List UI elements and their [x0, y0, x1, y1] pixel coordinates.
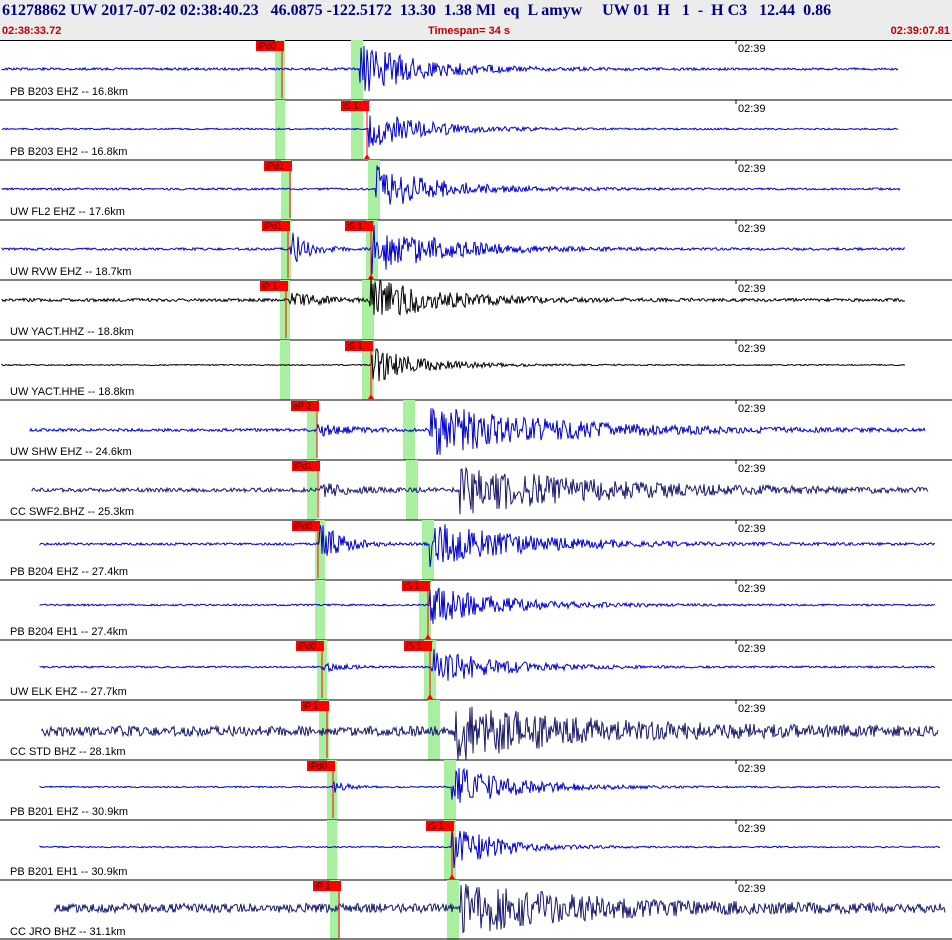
station-label: UW RVW EHZ -- 18.7km: [10, 266, 131, 278]
seismogram-panel[interactable]: 02:39 iPd0 PB B203 EHZ -- 16.8km 02:39 iS 1 P…: [0, 40, 952, 940]
s-window: [447, 880, 459, 940]
trace-row[interactable]: 02:39 iS 1 PB B203 EH2 -- 16.8km: [0, 99, 952, 160]
waveform: [1, 225, 905, 275]
trace-row[interactable]: 02:39 iPd1 iS 1 UW RVW EHZ -- 18.7km: [0, 219, 952, 280]
s-window: [362, 280, 374, 340]
trace-row[interactable]: 02:39 eP 2 UW SHW EHZ -- 24.6km: [0, 399, 952, 460]
trace-row[interactable]: 02:39 iPd0 PB B204 EHZ -- 27.4km: [0, 519, 952, 580]
pick-label: iS 1: [343, 101, 359, 111]
time-tick-label: 02:39: [738, 703, 766, 715]
pick-label: iPd1: [264, 221, 282, 231]
p-window: [280, 340, 290, 400]
pick-label: iPd1: [266, 161, 284, 171]
waveform: [29, 407, 926, 455]
trace-row[interactable]: 02:39 iP 1 CC STD BHZ -- 28.1km: [0, 699, 952, 760]
s-marker-bottom-icon: [364, 154, 370, 159]
time-tick-label: 02:39: [738, 823, 766, 835]
trace-row[interactable]: 02:39 iS 1 UW YACT.HHE -- 18.8km: [0, 339, 952, 400]
trace-row[interactable]: 02:39 iS 1 PB B201 EH1 -- 30.9km: [0, 819, 952, 880]
time-tick-label: 02:39: [738, 163, 766, 175]
p-window: [327, 820, 337, 880]
station-label: UW YACT.HHZ -- 18.8km: [10, 326, 134, 338]
station-label: PB B204 EHZ -- 27.4km: [10, 566, 128, 578]
waveform: [41, 706, 939, 760]
trace-row[interactable]: 02:39 iPd0 PB B203 EHZ -- 16.8km: [0, 40, 952, 100]
waveform: [39, 649, 936, 681]
waveform: [31, 466, 929, 515]
time-tick-label: 02:39: [738, 463, 766, 475]
time-tick-label: 02:39: [738, 583, 766, 595]
station-label: CC JRO BHZ -- 31.1km: [10, 926, 126, 938]
trace-row[interactable]: 02:39 iPd0 PB B201 EHZ -- 30.9km: [0, 759, 952, 820]
waveform: [54, 884, 946, 934]
pick-label: iS 1: [347, 341, 363, 351]
time-tick-label: 02:39: [738, 223, 766, 235]
pick-label: iPd0: [294, 521, 312, 531]
event-title: 61278862 UW 2017-07-02 02:38:40.23 46.08…: [2, 2, 832, 19]
pick-label: iS 1: [406, 641, 422, 651]
pick-label: iS 1: [347, 221, 363, 231]
time-tick-label: 02:39: [738, 403, 766, 415]
time-tick-label: 02:39: [738, 523, 766, 535]
time-tick-label: 02:39: [738, 643, 766, 655]
pick-label: iS 1: [404, 581, 420, 591]
pick-label: iPd0: [309, 761, 327, 771]
pick-label: iS 1: [428, 821, 444, 831]
pick-label: iP 1: [262, 281, 277, 291]
trace-row[interactable]: 02:39 iS 1 PB B204 EH1 -- 27.4km: [0, 579, 952, 640]
pick-label: iPd0: [298, 641, 316, 651]
waveform: [39, 524, 936, 568]
pick-label: eP 2: [293, 401, 311, 411]
time-tick-label: 02:39: [738, 343, 766, 355]
station-label: PB B203 EHZ -- 16.8km: [10, 86, 128, 98]
trace-row[interactable]: 02:39 iPd1 CC SWF2.BHZ -- 25.3km: [0, 459, 952, 520]
waveform: [1, 276, 906, 316]
pick-label: iPd1: [294, 461, 312, 471]
start-time: 02:38:33.72: [2, 25, 62, 37]
pick-label: iP 1: [303, 701, 318, 711]
trace-row[interactable]: 02:39 iP 1 UW YACT.HHZ -- 18.8km: [0, 276, 952, 340]
waveform: [39, 826, 941, 869]
s-window: [422, 520, 434, 580]
waveform: [39, 587, 936, 624]
pick-label: iPd0: [258, 41, 276, 51]
time-tick-label: 02:39: [738, 883, 766, 895]
station-label: CC STD BHZ -- 28.1km: [10, 746, 126, 758]
end-time: 02:39:07.81: [890, 25, 950, 37]
station-label: UW ELK EHZ -- 27.7km: [10, 686, 127, 698]
waveform: [1, 348, 906, 382]
station-label: PB B201 EHZ -- 30.9km: [10, 806, 128, 818]
waveform: [1, 115, 899, 148]
time-tick-label: 02:39: [738, 103, 766, 115]
station-label: UW FL2 EHZ -- 17.6km: [10, 206, 125, 218]
time-tick-label: 02:39: [738, 283, 766, 295]
timespan-label: Timespan= 34 s: [428, 25, 511, 37]
station-label: PB B201 EH1 -- 30.9km: [10, 866, 127, 878]
pick-label: iP 1: [315, 881, 330, 891]
station-label: CC SWF2.BHZ -- 25.3km: [10, 506, 134, 518]
trace-row[interactable]: 02:39 iPd0 iS 1 UW ELK EHZ -- 27.7km: [0, 639, 952, 700]
p-window: [315, 580, 325, 640]
station-label: PB B204 EH1 -- 27.4km: [10, 626, 127, 638]
waveform: [39, 767, 941, 803]
trace-row[interactable]: 02:39 iPd1 UW FL2 EHZ -- 17.6km: [0, 159, 952, 220]
trace-row[interactable]: 02:39 iP 1 CC JRO BHZ -- 31.1km: [0, 879, 952, 940]
station-label: PB B203 EH2 -- 16.8km: [10, 146, 127, 158]
station-label: UW SHW EHZ -- 24.6km: [10, 446, 132, 458]
header-bar: 61278862 UW 2017-07-02 02:38:40.23 46.08…: [0, 0, 952, 41]
time-tick-label: 02:39: [738, 43, 766, 55]
station-label: UW YACT.HHE -- 18.8km: [10, 386, 134, 398]
time-tick-label: 02:39: [738, 763, 766, 775]
